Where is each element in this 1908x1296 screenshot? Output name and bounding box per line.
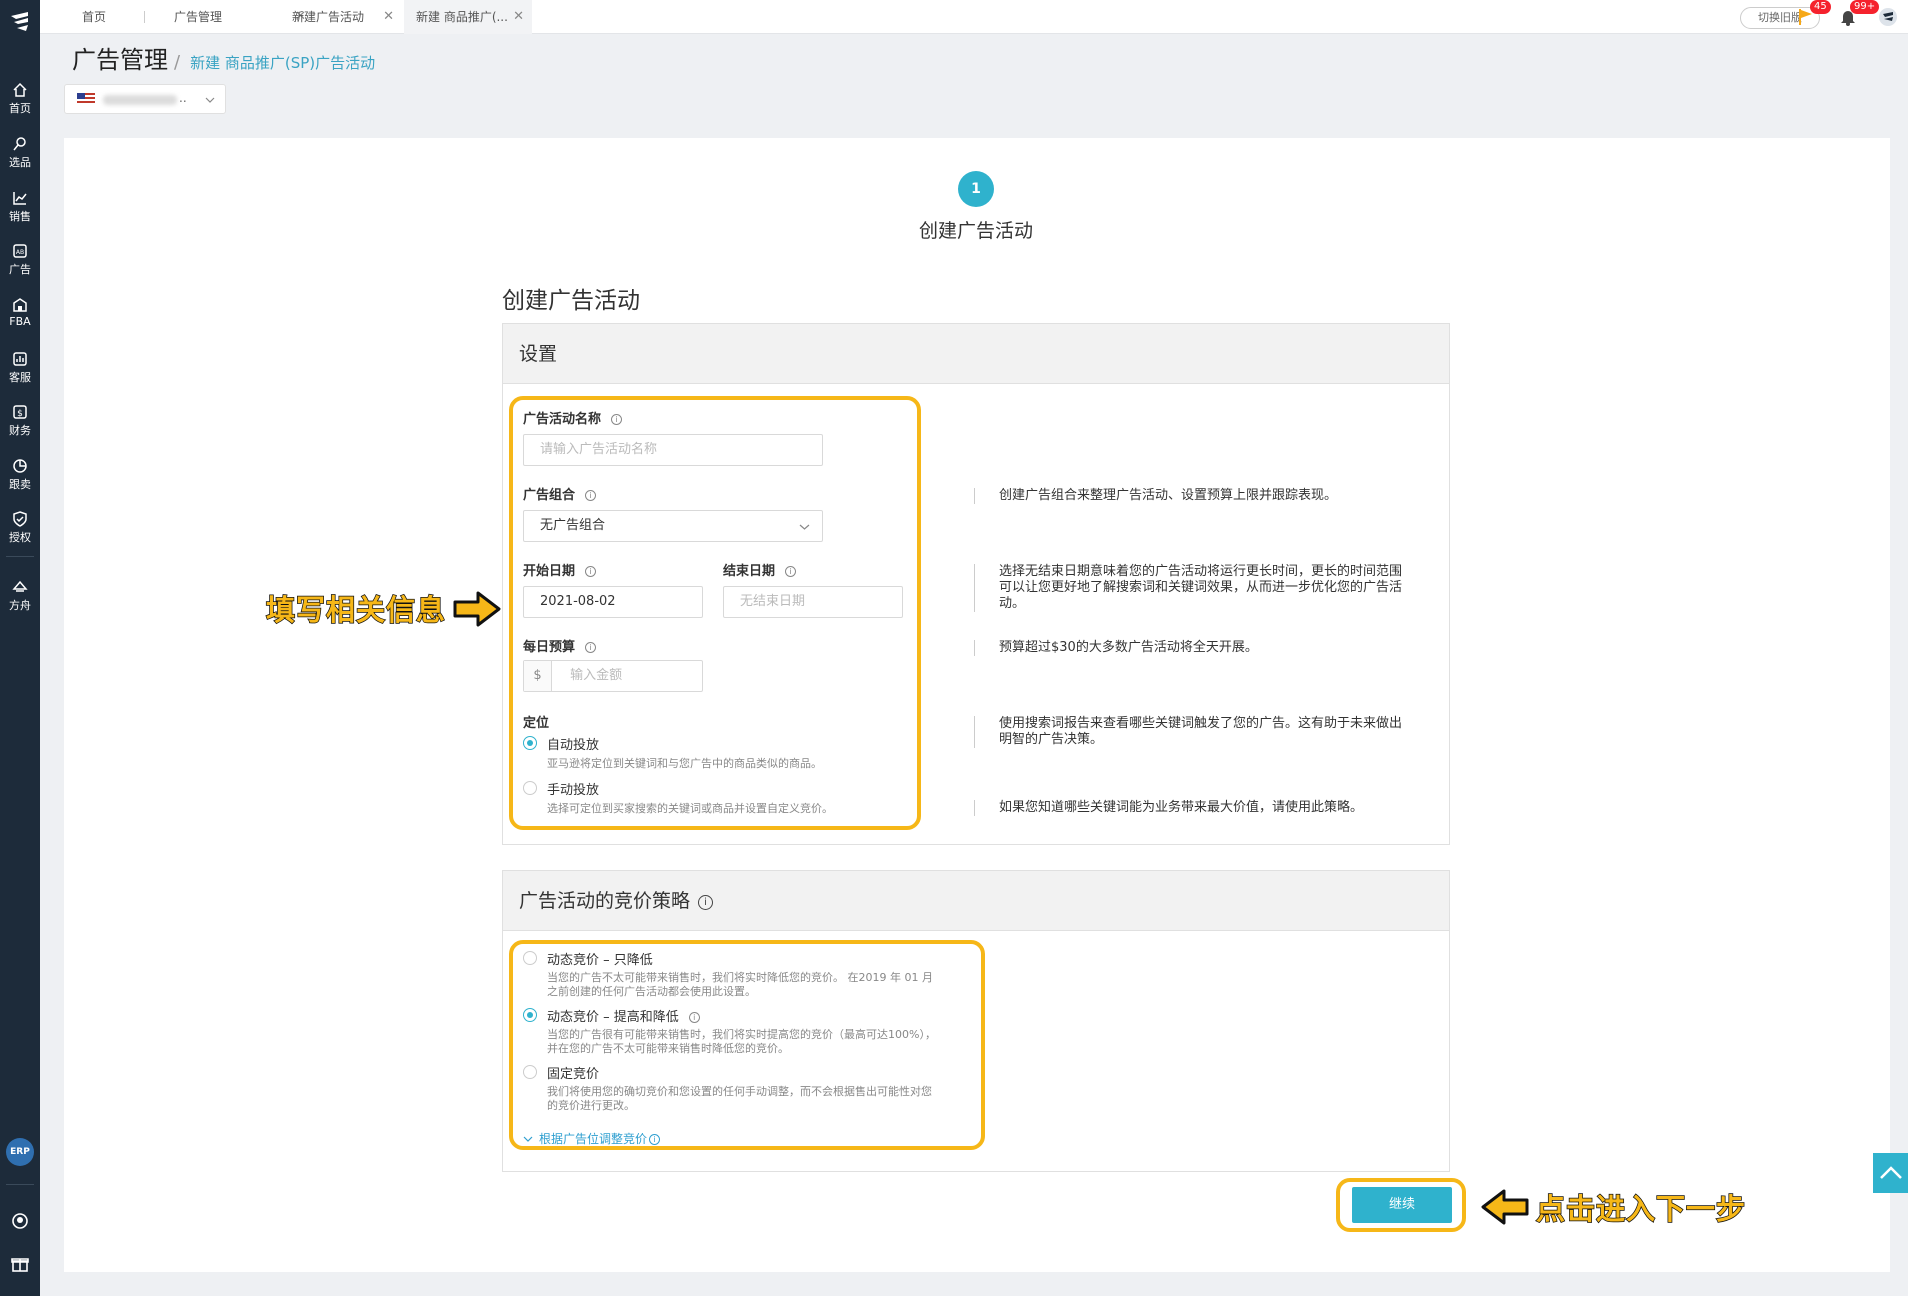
tab-divider [144,11,145,23]
sidebar-item-label: 广告 [9,263,31,276]
next-step-annotation: 点击进入下一步 [1535,1191,1747,1227]
chevron-down-icon [205,97,215,103]
svg-text:$: $ [17,409,23,419]
svg-text:AB: AB [16,249,24,256]
chart-line-icon [13,192,27,205]
sidebar-item-label: 客服 [9,371,31,384]
bell-badge: 99+ [1850,0,1880,14]
store-name-blurred [103,95,177,105]
tab-label: 新建广告活动 [292,10,365,24]
sidebar-divider [6,1184,34,1185]
sidebar-item-label: 财务 [9,424,31,437]
bidding-header: 广告活动的竞价策略 i [503,871,1449,931]
breadcrumb: 广告管理 / 新建 商品推广(SP)广告活动 [72,40,375,75]
close-icon[interactable]: ✕ [383,0,394,34]
sidebar-item-label: 选品 [9,156,31,169]
tab-new-sp-campaign[interactable]: 新建 商品推广(... ✕ [404,0,532,34]
support-icon[interactable] [11,1212,29,1230]
back-to-top-button[interactable] [1873,1153,1908,1193]
logo-icon[interactable] [8,10,32,34]
manual-targeting-help-text: 如果您知道哪些关键词能为业务带来最大价值，请使用此策略。 [974,800,1414,816]
info-icon[interactable]: i [698,895,714,910]
sidebar-divider [6,556,34,557]
sidebar-item-sales[interactable]: 销售 [0,190,40,224]
home-icon [13,82,27,97]
sidebar-item-label: 方舟 [9,599,31,612]
finance-icon: $ [13,405,27,419]
erp-button[interactable]: ERP [6,1138,34,1166]
bidding-highlight-box [509,940,985,1150]
sidebar-item-auth[interactable]: 授权 [0,511,40,545]
dates-help-text: 选择无结束日期意味着您的广告活动将运行更长时间，更长的时间范围可以让您更好地了解… [974,564,1414,612]
service-icon [13,352,27,366]
sidebar-item-follow[interactable]: 跟卖 [0,458,40,492]
search-icon [13,137,26,151]
sidebar-item-home[interactable]: 首页 [0,82,40,116]
pie-icon [13,459,27,473]
breadcrumb-separator: / [174,52,181,73]
tab-new-campaign[interactable]: 新建广告活动 ✕ [280,0,402,34]
sidebar-item-fba[interactable]: FBA [0,297,40,328]
shield-icon [13,511,27,527]
settings-highlight-box [509,396,921,830]
sidebar-item-selection[interactable]: 选品 [0,136,40,170]
tab-label: 首页 [82,10,107,24]
sidebar-item-label: 跟卖 [9,478,31,491]
step-indicator: 1 [958,171,994,207]
tab-label: 广告管理 [174,10,223,24]
us-flag-icon [77,93,95,105]
auto-targeting-help-text: 使用搜索词报告来查看哪些关键词触发了您的广告。这有助于未来做出明智的广告决策。 [974,716,1414,748]
arrow-left-icon [1481,1189,1529,1225]
breadcrumb-current[interactable]: 新建 商品推广(SP)广告活动 [190,54,375,72]
sidebar: 首页 选品 销售 AB 广告 FBA 客服 $ 财务 跟卖 授权 方舟 ERP [0,0,40,1296]
fill-info-annotation: 填写相关信息 [265,592,447,628]
tab-label: 新建 商品推广(... [416,10,508,24]
gift-icon[interactable] [11,1254,29,1272]
close-icon[interactable]: ✕ [513,0,524,34]
sidebar-item-finance[interactable]: $ 财务 [0,404,40,438]
store-selector[interactable]: .. [64,84,226,114]
sidebar-item-service[interactable]: 客服 [0,351,40,385]
step-label: 创建广告活动 [918,220,1033,242]
warehouse-icon [13,298,27,312]
sidebar-item-label: 授权 [9,531,31,544]
sidebar-item-ark[interactable]: 方舟 [0,579,40,613]
chevron-up-icon [1880,1166,1902,1179]
top-tab-bar: 首页 广告管理 ✕ 新建广告活动 ✕ 新建 商品推广(... ✕ 切换旧版 45 99… [40,0,1908,34]
user-avatar-icon[interactable] [1878,7,1898,27]
sidebar-item-label: 销售 [9,210,31,223]
continue-highlight-box [1336,1178,1466,1232]
sidebar-item-ads[interactable]: AB 广告 [0,243,40,277]
settings-header: 设置 [503,324,1449,384]
ark-icon [12,580,28,592]
section-title: 创建广告活动 [502,288,640,314]
budget-help-text: 预算超过$30的大多数广告活动将全天开展。 [974,640,1414,656]
portfolio-help-text: 创建广告组合来整理广告活动、设置预算上限并跟踪表现。 [974,488,1414,504]
ad-icon: AB [13,244,27,258]
store-name-suffix: .. [179,91,187,105]
arrow-right-icon [453,591,501,627]
page-title: 广告管理 [72,46,168,74]
flag-badge: 45 [1810,0,1831,14]
sidebar-item-label: FBA [9,315,31,328]
sidebar-item-label: 首页 [9,102,31,115]
